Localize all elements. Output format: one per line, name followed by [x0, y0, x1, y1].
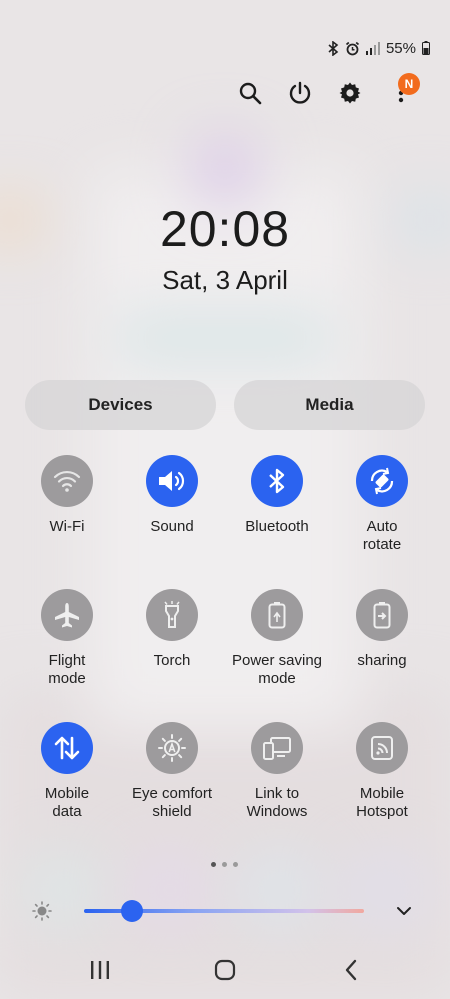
tile-label: Power saving mode	[231, 652, 323, 687]
settings-gear-icon[interactable]	[335, 78, 365, 108]
tile-bluetooth[interactable]: Bluetooth	[222, 455, 332, 536]
battery-percentage: 55%	[385, 39, 416, 57]
signal-icon	[365, 41, 380, 55]
auto-rotate-icon[interactable]	[356, 455, 408, 507]
tile-mobile-hotspot[interactable]: Mobile Hotspot	[327, 722, 437, 821]
page-indicator	[211, 862, 238, 867]
tile-link-to-windows[interactable]: Link to Windows	[222, 722, 332, 821]
wifi-icon[interactable]	[41, 455, 93, 507]
chevron-down-icon[interactable]	[394, 901, 414, 921]
tile-label: Auto rotate	[362, 518, 402, 553]
battery-icon	[422, 41, 430, 55]
alarm-icon	[345, 41, 360, 56]
power-icon[interactable]	[285, 78, 315, 108]
tile-label: Torch	[153, 652, 191, 669]
battery-share-icon[interactable]	[356, 589, 408, 641]
eye-comfort-icon[interactable]	[146, 722, 198, 774]
search-icon[interactable]	[235, 78, 265, 108]
status-bar: 55%	[328, 38, 430, 58]
back-button[interactable]	[331, 955, 371, 985]
tile-label: Mobile data	[44, 785, 90, 820]
tile-label: Bluetooth	[245, 518, 309, 535]
hotspot-icon[interactable]	[356, 722, 408, 774]
airplane-icon[interactable]	[41, 589, 93, 641]
tile-label: Wi-Fi	[49, 518, 85, 535]
notification-badge: N	[398, 73, 420, 95]
tile-wifi[interactable]: Wi-Fi	[12, 455, 122, 536]
tile-mobile-data[interactable]: Mobile data	[12, 722, 122, 821]
tile-auto-rotate[interactable]: Auto rotate	[327, 455, 437, 554]
tile-label: sharing	[357, 652, 407, 669]
brightness-slider-handle[interactable]	[120, 900, 143, 922]
clock-date: Sat, 3 April	[162, 265, 288, 295]
recent-apps-button[interactable]	[80, 955, 120, 985]
tile-sound[interactable]: Sound	[117, 455, 227, 536]
mobile-data-icon[interactable]	[41, 722, 93, 774]
tile-battery-sharing[interactable]: sharing	[327, 589, 437, 670]
tile-label: Eye comfort shield	[131, 785, 213, 820]
tile-flight-mode[interactable]: Flight mode	[12, 589, 122, 688]
page-dot	[233, 862, 238, 867]
tile-label: Link to Windows	[246, 785, 308, 820]
torch-icon[interactable]	[146, 589, 198, 641]
speaker-icon[interactable]	[146, 455, 198, 507]
home-button[interactable]	[205, 955, 245, 985]
bluetooth-status-icon	[328, 40, 339, 56]
page-dot-active	[211, 862, 216, 867]
tile-eye-comfort[interactable]: Eye comfort shield	[117, 722, 227, 821]
media-button[interactable]: Media	[234, 380, 425, 430]
tile-torch[interactable]: Torch	[117, 589, 227, 670]
tile-label: Flight mode	[48, 652, 86, 687]
page-dot	[222, 862, 227, 867]
tile-label: Sound	[150, 518, 194, 535]
tile-power-saving[interactable]: Power saving mode	[222, 589, 332, 688]
brightness-icon	[32, 901, 52, 921]
link-windows-icon[interactable]	[251, 722, 303, 774]
power-saving-icon[interactable]	[251, 589, 303, 641]
bluetooth-icon[interactable]	[251, 455, 303, 507]
clock-time: 20:08	[159, 201, 291, 257]
tile-label: Mobile Hotspot	[356, 785, 408, 820]
devices-button[interactable]: Devices	[25, 380, 216, 430]
